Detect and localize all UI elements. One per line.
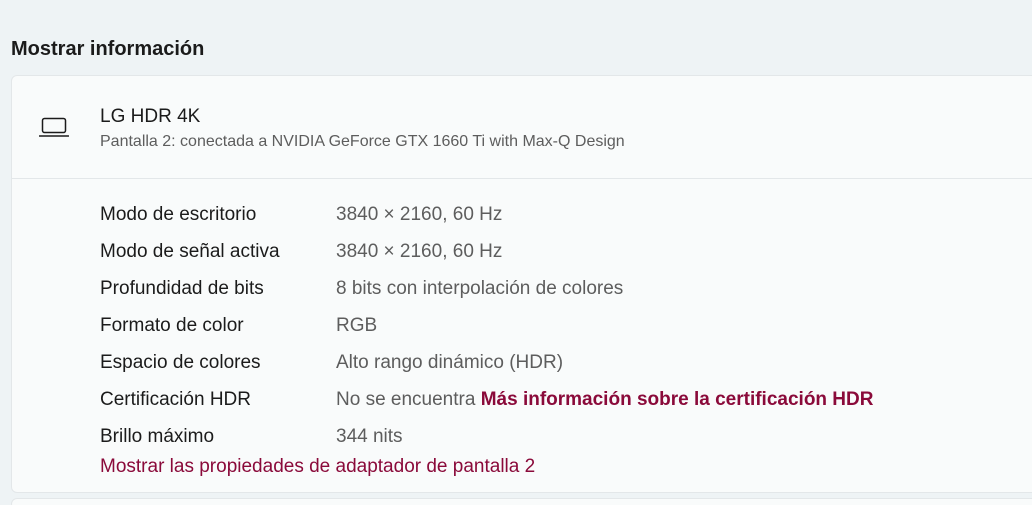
property-row-bit-depth: Profundidad de bits 8 bits con interpola… bbox=[100, 270, 1030, 307]
property-value: RGB bbox=[336, 314, 378, 336]
hdr-certification-info-link[interactable]: Más información sobre la certificación H… bbox=[481, 389, 874, 410]
display-info-card: LG HDR 4K Pantalla 2: conectada a NVIDIA… bbox=[11, 75, 1032, 493]
property-label: Espacio de colores bbox=[100, 351, 261, 373]
section-title: Mostrar información bbox=[11, 38, 205, 60]
display-header: LG HDR 4K Pantalla 2: conectada a NVIDIA… bbox=[12, 76, 1032, 179]
property-value: No se encuentra Más información sobre la… bbox=[336, 389, 873, 411]
property-row-color-format: Formato de color RGB bbox=[100, 307, 1030, 344]
property-value: Alto rango dinámico (HDR) bbox=[336, 351, 564, 373]
property-label: Modo de escritorio bbox=[100, 203, 257, 225]
property-label: Modo de señal activa bbox=[100, 240, 280, 262]
property-row-active-signal-mode: Modo de señal activa 3840 × 2160, 60 Hz bbox=[100, 233, 1030, 270]
property-value: 8 bits con interpolación de colores bbox=[336, 277, 624, 299]
laptop-icon bbox=[39, 117, 69, 137]
display-adapter-properties-link[interactable]: Mostrar las propiedades de adaptador de … bbox=[100, 456, 535, 478]
property-label: Profundidad de bits bbox=[100, 277, 264, 299]
property-label: Certificación HDR bbox=[100, 388, 251, 410]
display-connection-info: Pantalla 2: conectada a NVIDIA GeForce G… bbox=[100, 133, 625, 150]
property-value: 344 nits bbox=[336, 425, 403, 447]
property-row-desktop-mode: Modo de escritorio 3840 × 2160, 60 Hz bbox=[100, 196, 1030, 233]
display-name: LG HDR 4K bbox=[100, 106, 201, 127]
property-value: 3840 × 2160, 60 Hz bbox=[336, 240, 503, 262]
property-value: 3840 × 2160, 60 Hz bbox=[336, 203, 503, 225]
property-row-hdr-certification: Certificación HDR No se encuentra Más in… bbox=[100, 381, 1030, 418]
property-label: Brillo máximo bbox=[100, 425, 215, 447]
display-properties-list: Modo de escritorio 3840 × 2160, 60 Hz Mo… bbox=[100, 196, 1030, 455]
property-row-color-space: Espacio de colores Alto rango dinámico (… bbox=[100, 344, 1030, 381]
hdr-certification-value: No se encuentra bbox=[336, 388, 476, 410]
property-row-peak-brightness: Brillo máximo 344 nits bbox=[100, 418, 1030, 455]
next-card-edge bbox=[11, 498, 1032, 505]
property-label: Formato de color bbox=[100, 314, 244, 336]
